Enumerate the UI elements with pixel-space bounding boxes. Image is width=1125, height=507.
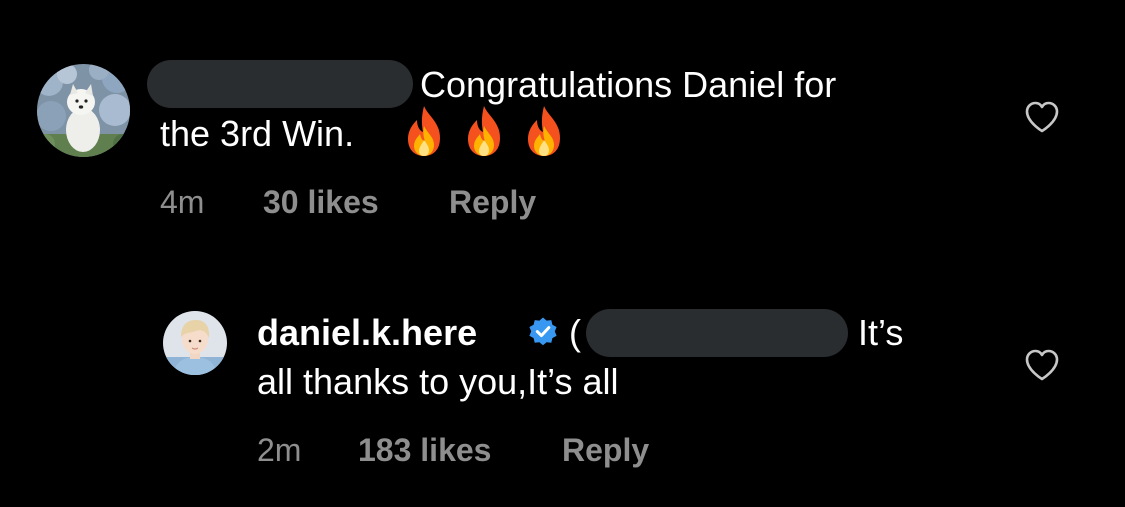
redacted-username <box>147 60 413 108</box>
redacted-mention <box>586 309 848 357</box>
comment-timestamp: 2m <box>257 432 302 468</box>
fire-emoji-group <box>402 104 566 158</box>
mention-open-paren: ( <box>569 312 581 353</box>
commenter-avatar[interactable] <box>37 64 130 157</box>
reply-avatar[interactable] <box>163 311 227 375</box>
reply-username[interactable]: daniel.k.here <box>257 308 477 357</box>
comment-timestamp: 4m <box>160 184 205 220</box>
verified-badge-icon <box>529 317 557 346</box>
reply-button[interactable]: Reply <box>449 182 536 222</box>
dog-avatar-icon <box>37 64 130 157</box>
fire-emoji <box>468 106 500 156</box>
comment-text-line: the 3rd Win. <box>160 113 355 154</box>
comment-likes-link[interactable]: 30 likes <box>263 182 379 222</box>
person-avatar-icon <box>163 311 227 375</box>
fire-emoji <box>408 106 440 156</box>
reply-button[interactable]: Reply <box>562 430 649 470</box>
heart-outline-icon[interactable] <box>1024 100 1060 134</box>
comment-likes-link[interactable]: 183 likes <box>358 430 491 470</box>
comment-text-line: all thanks to you,It’s all <box>257 361 619 402</box>
heart-outline-icon[interactable] <box>1024 348 1060 382</box>
comment-text-line: It’s <box>858 312 904 353</box>
fire-emoji <box>528 106 560 156</box>
comment-text-line: Congratulations Daniel for <box>420 64 837 105</box>
